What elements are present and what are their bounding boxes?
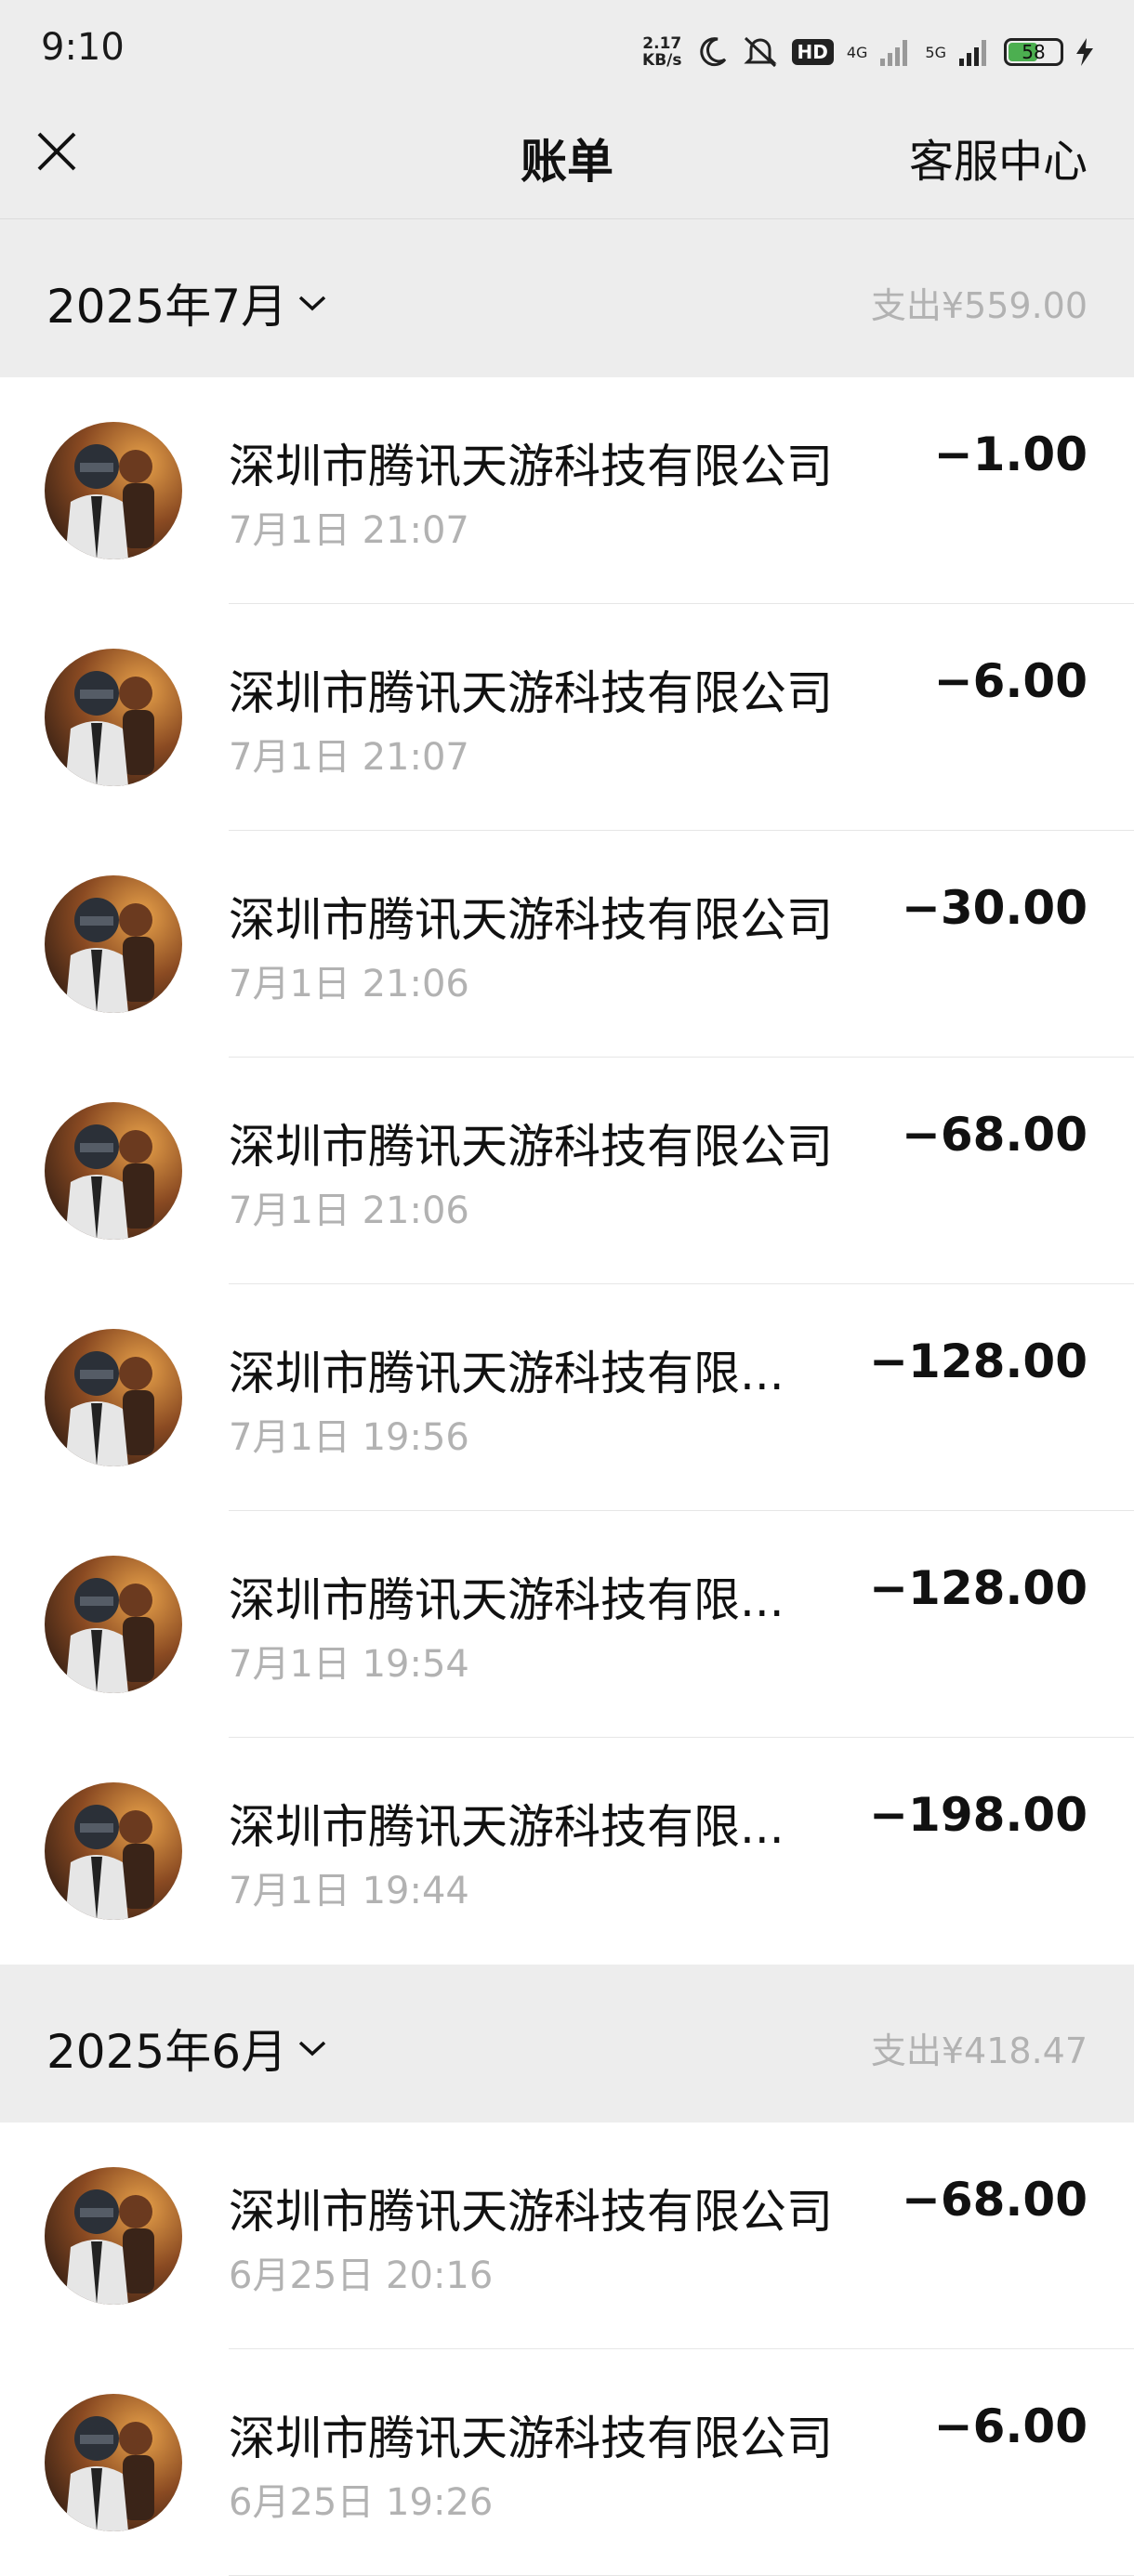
transaction-amount: −68.00 [901,1108,1088,1162]
merchant-avatar [45,1329,182,1466]
merchant-name: 深圳市腾讯天游科技有限... [229,1347,785,1400]
moon-icon [699,37,726,67]
transaction-time: 7月1日 21:06 [229,1189,469,1232]
month-selector[interactable]: 2025年6月 [46,2015,328,2082]
transaction-amount: −30.00 [901,881,1088,935]
transaction-amount: −1.00 [933,427,1088,481]
transaction-time: 6月25日 19:26 [229,2481,494,2524]
merchant-name: 深圳市腾讯天游科技有限公司 [229,666,833,720]
charging-icon [1076,38,1093,66]
month-total: 支出¥559.00 [870,285,1088,326]
transaction-time: 7月1日 19:44 [229,1870,469,1912]
merchant-name: 深圳市腾讯天游科技有限公司 [229,893,833,947]
transaction-row[interactable]: 深圳市腾讯天游科技有限公司 7月1日 21:06 −68.00 [0,1058,1134,1284]
transaction-row[interactable]: 深圳市腾讯天游科技有限公司 7月1日 21:07 −6.00 [0,604,1134,831]
customer-service-link[interactable]: 客服中心 [909,125,1088,190]
merchant-name: 深圳市腾讯天游科技有限公司 [229,2412,833,2465]
merchant-avatar [45,2394,182,2531]
transaction-time: 7月1日 21:07 [229,736,469,779]
battery-text: 58 [1022,41,1046,63]
transaction-time: 7月1日 19:54 [229,1643,469,1686]
net-speed: 2.17 KB/s [642,35,681,69]
transaction-amount: −6.00 [933,2399,1088,2453]
merchant-name: 深圳市腾讯天游科技有限... [229,1573,785,1627]
merchant-avatar [45,1782,182,1920]
transaction-row[interactable]: 深圳市腾讯天游科技有限公司 6月25日 19:26 −6.00 [0,2349,1134,2576]
month-total: 支出¥418.47 [870,2031,1088,2071]
net-speed-unit: KB/s [642,51,682,70]
transaction-time: 6月25日 20:16 [229,2254,494,2297]
transaction-row[interactable]: 深圳市腾讯天游科技有限公司 6月25日 20:16 −68.00 [0,2123,1134,2349]
merchant-name: 深圳市腾讯天游科技有限... [229,1800,785,1854]
close-icon [37,132,76,171]
net-4g-label: 4G [846,43,868,61]
transaction-amount: −6.00 [933,654,1088,708]
transaction-time: 7月1日 21:07 [229,509,469,552]
month-header: 2025年7月 支出¥559.00 [0,219,1134,377]
close-button[interactable] [33,128,80,175]
month-header: 2025年6月 支出¥418.47 [0,1965,1134,2123]
merchant-avatar [45,422,182,559]
transaction-amount: −68.00 [901,2173,1088,2227]
merchant-avatar [45,649,182,786]
status-icons: 2.17 KB/s HD 4G 5G 58 [642,30,1093,74]
chevron-down-icon [298,296,326,311]
transaction-time: 7月1日 19:56 [229,1416,469,1459]
battery-indicator: 58 [1004,38,1063,66]
net-5g-label: 5G [925,43,946,61]
transaction-row[interactable]: 深圳市腾讯天游科技有限... 7月1日 19:44 −198.00 [0,1738,1134,1965]
month-label-text: 2025年7月 [46,280,288,334]
transaction-amount: −198.00 [869,1788,1088,1842]
nav-bar: 账单 客服中心 [0,102,1134,219]
merchant-name: 深圳市腾讯天游科技有限公司 [229,440,833,493]
status-bar: 9:10 2.17 KB/s HD 4G 5G 58 [0,0,1134,102]
transaction-row[interactable]: 深圳市腾讯天游科技有限... 7月1日 19:54 −128.00 [0,1511,1134,1738]
transaction-amount: −128.00 [869,1561,1088,1615]
merchant-name: 深圳市腾讯天游科技有限公司 [229,2185,833,2239]
mute-bell-icon [743,36,777,68]
chevron-down-icon [298,2041,326,2057]
status-time: 9:10 [41,26,125,69]
net-speed-value: 2.17 [642,34,682,53]
merchant-avatar [45,1102,182,1240]
merchant-avatar [45,875,182,1013]
merchant-avatar [45,1556,182,1693]
month-label-text: 2025年6月 [46,2025,288,2079]
signal-icon [880,40,908,66]
transaction-row[interactable]: 深圳市腾讯天游科技有限... 7月1日 19:56 −128.00 [0,1284,1134,1511]
transaction-amount: −128.00 [869,1334,1088,1388]
merchant-avatar [45,2167,182,2305]
transaction-row[interactable]: 深圳市腾讯天游科技有限公司 7月1日 21:06 −30.00 [0,831,1134,1058]
transaction-time: 7月1日 21:06 [229,963,469,1005]
month-selector[interactable]: 2025年7月 [46,269,328,336]
signal-icon [959,40,986,66]
transaction-row[interactable]: 深圳市腾讯天游科技有限公司 7月1日 21:07 −1.00 [0,377,1134,604]
hd-badge: HD [791,39,834,65]
merchant-name: 深圳市腾讯天游科技有限公司 [229,1120,833,1174]
